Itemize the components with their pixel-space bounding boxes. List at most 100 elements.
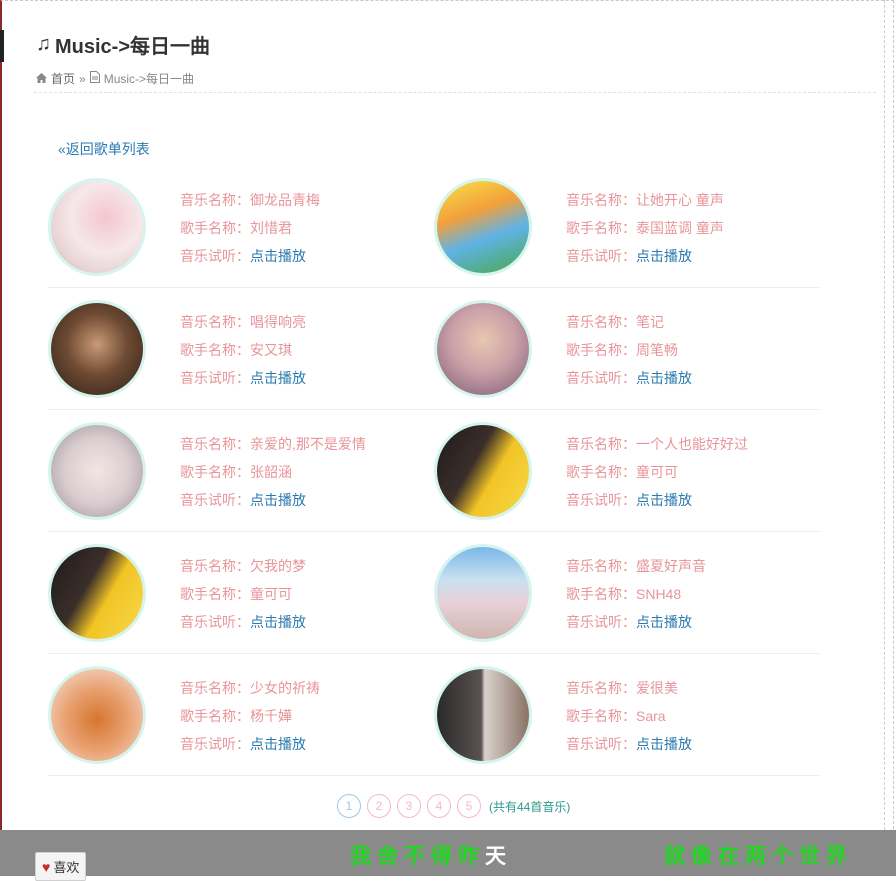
play-link[interactable]: 点击播放 [636,248,692,264]
song-name-line: 音乐名称：盛夏好声音 [566,552,706,580]
listen-line: 音乐试听：点击播放 [566,486,748,514]
singer-label: 歌手名称： [566,220,636,236]
play-link[interactable]: 点击播放 [636,614,692,630]
cover-image[interactable] [434,300,532,398]
singer-line: 歌手名称：Sara [566,702,692,730]
singer-name: 杨千嬅 [250,708,292,724]
page-title-text: Music->每日一曲 [55,36,211,58]
play-link[interactable]: 点击播放 [250,248,306,264]
song-name-line: 音乐名称：欠我的梦 [180,552,306,580]
page-4-button[interactable]: 4 [427,794,451,818]
song-name: 笔记 [636,314,664,330]
listen-line: 音乐试听：点击播放 [180,242,320,270]
singer-name: 童可可 [250,586,292,602]
cover-image[interactable] [434,422,532,520]
back-to-list-link[interactable]: «返回歌单列表 [58,139,150,159]
song-info: 音乐名称：一个人也能好好过 歌手名称：童可可 音乐试听：点击播放 [566,430,748,514]
song-name: 唱得响亮 [250,314,306,330]
cover-art [437,425,529,517]
lyric-unsung: 天 [485,844,512,868]
song-name: 少女的祈祷 [250,680,320,696]
play-link[interactable]: 点击播放 [636,736,692,752]
document-icon [89,71,100,86]
play-link[interactable]: 点击播放 [636,370,692,386]
music-note-icon: ♫ [36,33,51,55]
page-3-button[interactable]: 3 [397,794,421,818]
cover-image[interactable] [48,666,146,764]
play-link[interactable]: 点击播放 [636,492,692,508]
song-info: 音乐名称：盛夏好声音 歌手名称：SNH48 音乐试听：点击播放 [566,552,706,636]
song-name-line: 音乐名称：一个人也能好好过 [566,430,748,458]
singer-line: 歌手名称：童可可 [180,580,306,608]
cover-art [51,303,143,395]
breadcrumb-home[interactable]: 首页 [51,70,75,87]
singer-name: 安又琪 [250,342,292,358]
listen-line: 音乐试听：点击播放 [566,730,692,758]
song-row: 音乐名称： 少女的祈祷歌手名称：杨千嬅音乐试听：点击播放 音乐名称：爱很美 歌手名称：… [48,654,820,776]
song-name-label: 音乐名称： [180,436,250,452]
song-name: 亲爱的,那不是爱情 [250,436,366,452]
listen-label: 音乐试听： [566,248,636,264]
singer-name: 童可可 [636,464,678,480]
cover-art [437,547,529,639]
cover-image[interactable] [434,666,532,764]
page-2-button[interactable]: 2 [367,794,391,818]
song-name: 一个人也能好好过 [636,436,748,452]
song-info: 音乐名称：欠我的梦 歌手名称：童可可 音乐试听：点击播放 [180,552,306,636]
song-name-line: 音乐名称：御龙品青梅 [180,186,320,214]
cover-art [51,181,143,273]
song-name-label: 音乐名称： [566,436,636,452]
listen-line: 音乐试听：点击播放 [180,364,306,392]
song-info: 音乐名称：让她开心 童声 歌手名称：泰国蓝调 童声 音乐试听：点击播放 [566,186,724,270]
singer-name: 周笔畅 [636,342,678,358]
cover-image[interactable] [48,422,146,520]
song-name-label: 音乐名称： [566,680,636,696]
cover-image[interactable] [48,300,146,398]
page-1-button[interactable]: 1 [337,794,361,818]
page-5-button[interactable]: 5 [457,794,481,818]
play-link[interactable]: 点击播放 [250,492,306,508]
song-name: 欠我的梦 [250,558,306,574]
song-card: 音乐名称：御龙品青梅 歌手名称：刘惜君 音乐试听：点击播放 [48,166,434,287]
song-card: 音乐名称：唱得响亮 歌手名称：安又琪 音乐试听：点击播放 [48,288,434,409]
cover-image[interactable] [48,178,146,276]
listen-line: 音乐试听：点击播放 [180,608,306,636]
song-name: 让她开心 童声 [636,192,724,208]
cover-image[interactable] [48,544,146,642]
song-row: 音乐名称：唱得响亮 歌手名称：安又琪 音乐试听：点击播放 音乐名称：笔记 歌手名称：周笔… [48,288,820,410]
song-name-line: 音乐名称：笔记 [566,308,692,336]
play-link[interactable]: 点击播放 [250,370,306,386]
song-info: 音乐名称：亲爱的,那不是爱情 歌手名称：张韶涵 音乐试听：点击播放 [180,430,366,514]
play-link[interactable]: 点击播放 [250,614,306,630]
listen-label: 音乐试听： [180,248,250,264]
song-row: 音乐名称：亲爱的,那不是爱情 歌手名称：张韶涵 音乐试听：点击播放 音乐名称：一个人也… [48,410,820,532]
song-name-line: 音乐名称：亲爱的,那不是爱情 [180,430,366,458]
like-button[interactable]: ♥ 喜欢 [35,852,87,881]
singer-label: 歌手名称： [180,342,250,358]
singer-label: 歌手名称： [180,220,250,236]
divider [884,0,885,830]
song-info: 音乐名称：少女的祈祷 歌手名称：杨千嬅 音乐试听：点击播放 [180,674,320,758]
listen-line: 音乐试听：点击播放 [566,364,692,392]
singer-name: 张韶涵 [250,464,292,480]
song-card: 音乐名称：亲爱的,那不是爱情 歌手名称：张韶涵 音乐试听：点击播放 [48,410,434,531]
like-label: 喜欢 [53,860,80,875]
song-name-label: 音乐名称： [566,192,636,208]
listen-label: 音乐试听： [566,614,636,630]
cover-image[interactable] [434,544,532,642]
singer-line: 歌手名称：安又琪 [180,336,306,364]
total-count: (共有44首音乐) [489,799,571,814]
song-info: 音乐名称：御龙品青梅 歌手名称：刘惜君 音乐试听：点击播放 [180,186,320,270]
song-name-line: 音乐名称：让她开心 童声 [566,186,724,214]
singer-line: 歌手名称：杨千嬅 [180,702,320,730]
song-info: 音乐名称：爱很美 歌手名称：Sara 音乐试听：点击播放 [566,674,692,758]
cover-image[interactable] [434,178,532,276]
song-info: 音乐名称：笔记 歌手名称：周笔畅 音乐试听：点击播放 [566,308,692,392]
play-link[interactable]: 点击播放 [250,736,306,752]
song-card: 音乐名称：少女的祈祷 歌手名称：杨千嬅 音乐试听：点击播放 [48,654,434,775]
lyric-right: 就像在两个世界 [664,844,853,868]
song-name-line: 音乐名称：爱很美 [566,674,692,702]
listen-label: 音乐试听： [180,370,250,386]
singer-line: 歌手名称：童可可 [566,458,748,486]
lyric-sung: 我舍不得昨 [350,844,485,868]
